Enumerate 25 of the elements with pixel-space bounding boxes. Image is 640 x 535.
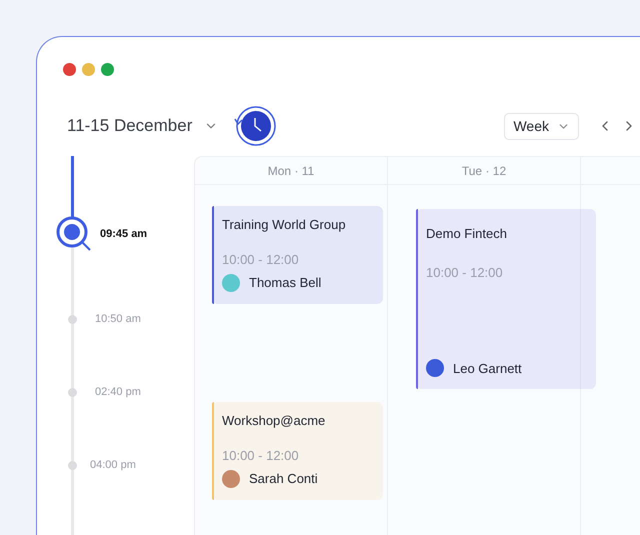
event-time: 10:00 - 12:00: [426, 264, 504, 282]
window-control-icon[interactable]: [101, 63, 114, 76]
person-name: Sarah Conti: [249, 470, 318, 488]
event-title: Training World Group: [222, 216, 347, 234]
event-time: 10:00 - 12:00: [222, 250, 300, 268]
window-control-icon[interactable]: [63, 63, 76, 76]
event-card[interactable]: Training World Group 10:00 - 12:00 Thomas Bell: [212, 206, 383, 304]
date-range-dropdown[interactable]: 11-15 December: [67, 113, 218, 139]
timeline-time: 10:50 am: [95, 312, 141, 327]
day-header: Mon · 11: [195, 157, 387, 185]
timeline-time: 02:40 pm: [95, 384, 141, 400]
day-header: Tue · 12: [388, 157, 580, 185]
timeline-time: 09:45 am: [100, 226, 148, 242]
event-title: Demo Fintech: [426, 225, 508, 243]
event-card[interactable]: Demo Fintech 10:00 - 12:00 Leo Garnett: [416, 209, 596, 389]
avatar-icon: [426, 359, 444, 378]
person-name: Leo Garnett: [453, 360, 522, 378]
person-name: Thomas Bell: [249, 274, 322, 292]
view-dropdown[interactable]: Week: [504, 112, 579, 140]
avatar-icon: [222, 274, 240, 292]
avatar-icon: [222, 470, 240, 488]
event-card[interactable]: Workshop@acme 10:00 - 12:00 Sarah Conti: [212, 402, 383, 500]
event-title: Workshop@acme: [222, 412, 326, 430]
timeline-time: 04:00 pm: [90, 458, 136, 473]
event-time: 10:00 - 12:00: [222, 446, 300, 464]
